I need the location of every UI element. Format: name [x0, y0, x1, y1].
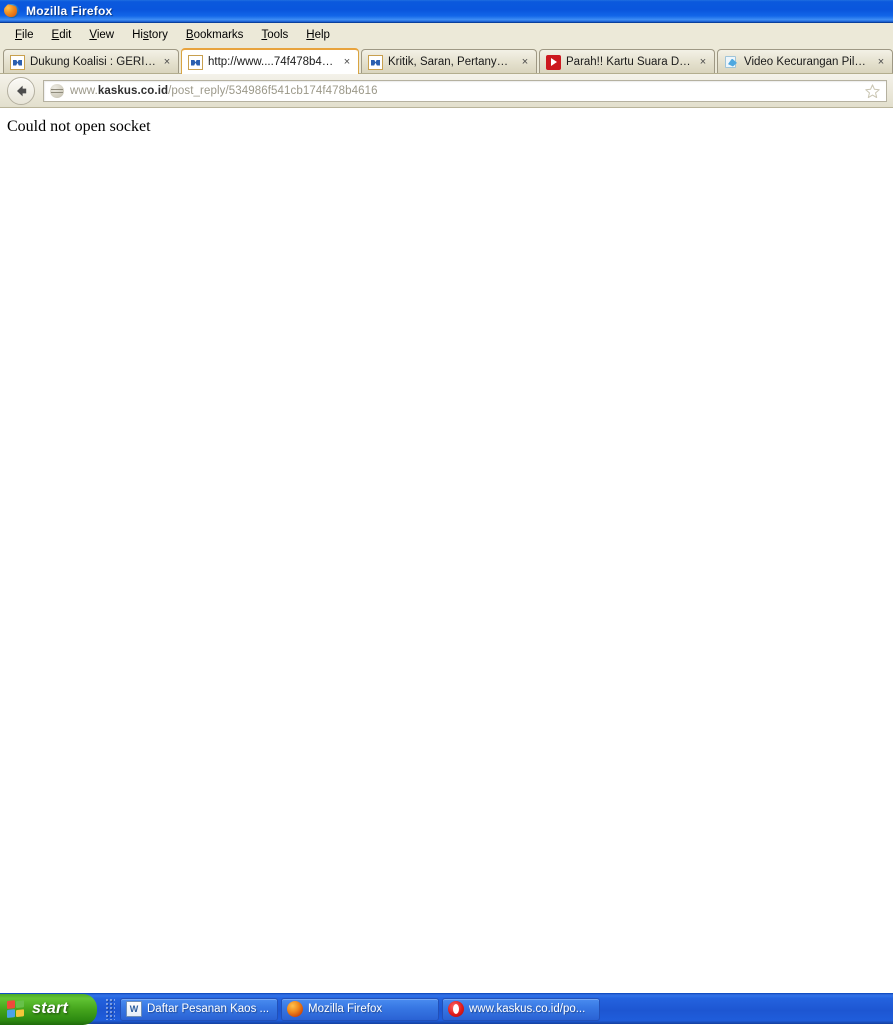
menu-item-edit-label: dit [59, 29, 72, 41]
menu-item-edit[interactable]: Edit [43, 27, 81, 43]
tab-close-icon[interactable]: × [518, 56, 532, 68]
browser-tab-4-label: Parah!! Kartu Suara Dicob... [566, 56, 692, 68]
menu-bar: File Edit View History Bookmarks Tools H… [0, 23, 893, 47]
kaskus-favicon [368, 54, 383, 70]
browser-tab-5-label: Video Kecurangan Pilkada ... [744, 56, 870, 68]
tab-close-icon[interactable]: × [340, 56, 354, 68]
browser-tab-3[interactable]: Kritik, Saran, Pertanyaan ... × [361, 49, 537, 74]
menu-item-view-label: iew [96, 29, 115, 41]
menu-item-tools-label: ools [267, 29, 289, 41]
browser-tab-5[interactable]: Video Kecurangan Pilkada ... × [717, 49, 893, 74]
kaskus-favicon [10, 54, 25, 70]
page-content: Could not open socket [0, 109, 893, 993]
menu-item-help[interactable]: Help [297, 27, 339, 43]
taskbar-button-3[interactable]: www.kaskus.co.id/po... [442, 997, 600, 1021]
menu-item-history-label: tory [148, 29, 168, 41]
start-button-label: start [32, 1000, 69, 1017]
taskbar-button-2[interactable]: Mozilla Firefox [281, 997, 439, 1021]
word-document-icon [126, 1001, 142, 1017]
menu-accesskey-file: F [15, 29, 23, 41]
firefox-icon [4, 3, 20, 19]
menu-item-help-label: elp [314, 29, 330, 41]
menu-item-tools[interactable]: Tools [252, 27, 297, 43]
taskbar-button-1[interactable]: Daftar Pesanan Kaos ... [120, 997, 278, 1021]
menu-item-bookmarks-label: ookmarks [193, 29, 244, 41]
firefox-icon [287, 1001, 303, 1017]
back-button[interactable] [7, 76, 35, 105]
bookmark-star-icon[interactable] [864, 83, 881, 100]
kaskus-favicon [188, 54, 203, 70]
menu-accesskey-help: H [306, 29, 315, 41]
browser-tab-3-label: Kritik, Saran, Pertanyaan ... [388, 56, 514, 68]
menu-item-view[interactable]: View [80, 27, 123, 43]
opera-icon [448, 1001, 464, 1017]
taskbar-drag-handle[interactable] [105, 998, 115, 1020]
taskbar-button-1-label: Daftar Pesanan Kaos ... [147, 1003, 270, 1015]
address-bar[interactable]: www.kaskus.co.id/post_reply/534986f541cb… [43, 79, 887, 102]
navigation-toolbar: www.kaskus.co.id/post_reply/534986f541cb… [0, 74, 893, 108]
tab-close-icon[interactable]: × [874, 56, 888, 68]
menu-item-bookmarks[interactable]: Bookmarks [177, 27, 253, 43]
window-titlebar: Mozilla Firefox [0, 0, 893, 23]
url-prefix: www. [70, 84, 98, 97]
menu-accesskey-view: V [89, 29, 97, 41]
taskbar-button-3-label: www.kaskus.co.id/po... [469, 1003, 586, 1015]
tab-close-icon[interactable]: × [160, 56, 174, 68]
firefox-window: Mozilla Firefox File Edit View History B… [0, 0, 893, 1025]
tab-strip: Dukung Koalisi : GERINDR... × http://www… [0, 47, 893, 74]
page-favicon [724, 55, 739, 70]
url-path: /post_reply/534986f541cb174f478b4616 [168, 84, 378, 97]
browser-tab-4[interactable]: Parah!! Kartu Suara Dicob... × [539, 49, 715, 74]
globe-icon [50, 83, 64, 98]
windows-taskbar: start Daftar Pesanan Kaos ... Mozilla Fi… [0, 993, 893, 1025]
url-host: kaskus.co.id [97, 84, 169, 97]
menu-item-history[interactable]: History [123, 27, 177, 43]
browser-tab-2-label: http://www....74f478b4616 [208, 56, 336, 68]
youtube-favicon [546, 54, 561, 70]
window-title: Mozilla Firefox [26, 4, 113, 18]
menu-item-history-pre: Hi [132, 29, 143, 41]
page-error-message: Could not open socket [7, 118, 151, 135]
browser-tab-1-label: Dukung Koalisi : GERINDR... [30, 56, 156, 68]
taskbar-button-group: Daftar Pesanan Kaos ... Mozilla Firefox … [120, 994, 893, 1025]
back-arrow-icon [17, 85, 27, 96]
windows-flag-icon [7, 999, 26, 1019]
browser-tab-1[interactable]: Dukung Koalisi : GERINDR... × [3, 49, 179, 74]
menu-item-file[interactable]: File [6, 27, 43, 43]
address-bar-url: www.kaskus.co.id/post_reply/534986f541cb… [70, 85, 378, 97]
taskbar-button-2-label: Mozilla Firefox [308, 1003, 383, 1015]
menu-accesskey-bookmarks: B [185, 29, 194, 41]
start-button[interactable]: start [0, 993, 97, 1025]
browser-tab-2[interactable]: http://www....74f478b4616 × [181, 48, 359, 74]
menu-item-file-label: ile [22, 29, 34, 41]
tab-close-icon[interactable]: × [696, 56, 710, 68]
